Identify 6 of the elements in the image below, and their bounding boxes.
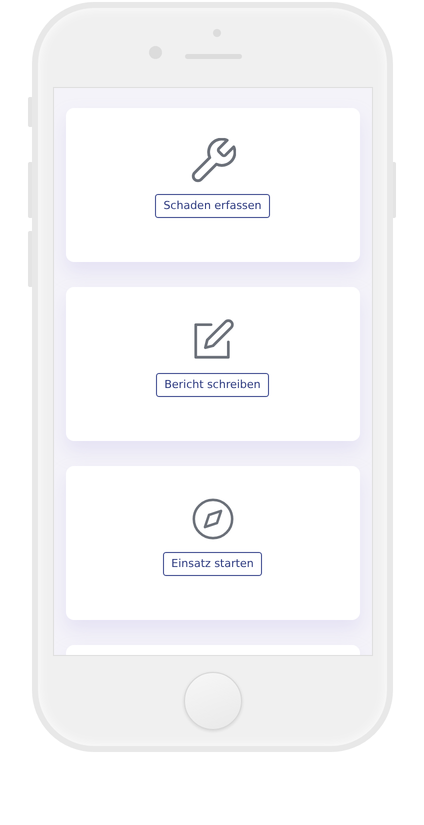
- action-button[interactable]: Bericht schreiben: [156, 373, 269, 397]
- wrench-icon: [190, 138, 236, 184]
- action-button[interactable]: Einsatz starten: [163, 552, 262, 576]
- action-button[interactable]: Schaden erfassen: [155, 194, 270, 218]
- compass-icon: [190, 496, 236, 542]
- home-button[interactable]: [184, 672, 242, 730]
